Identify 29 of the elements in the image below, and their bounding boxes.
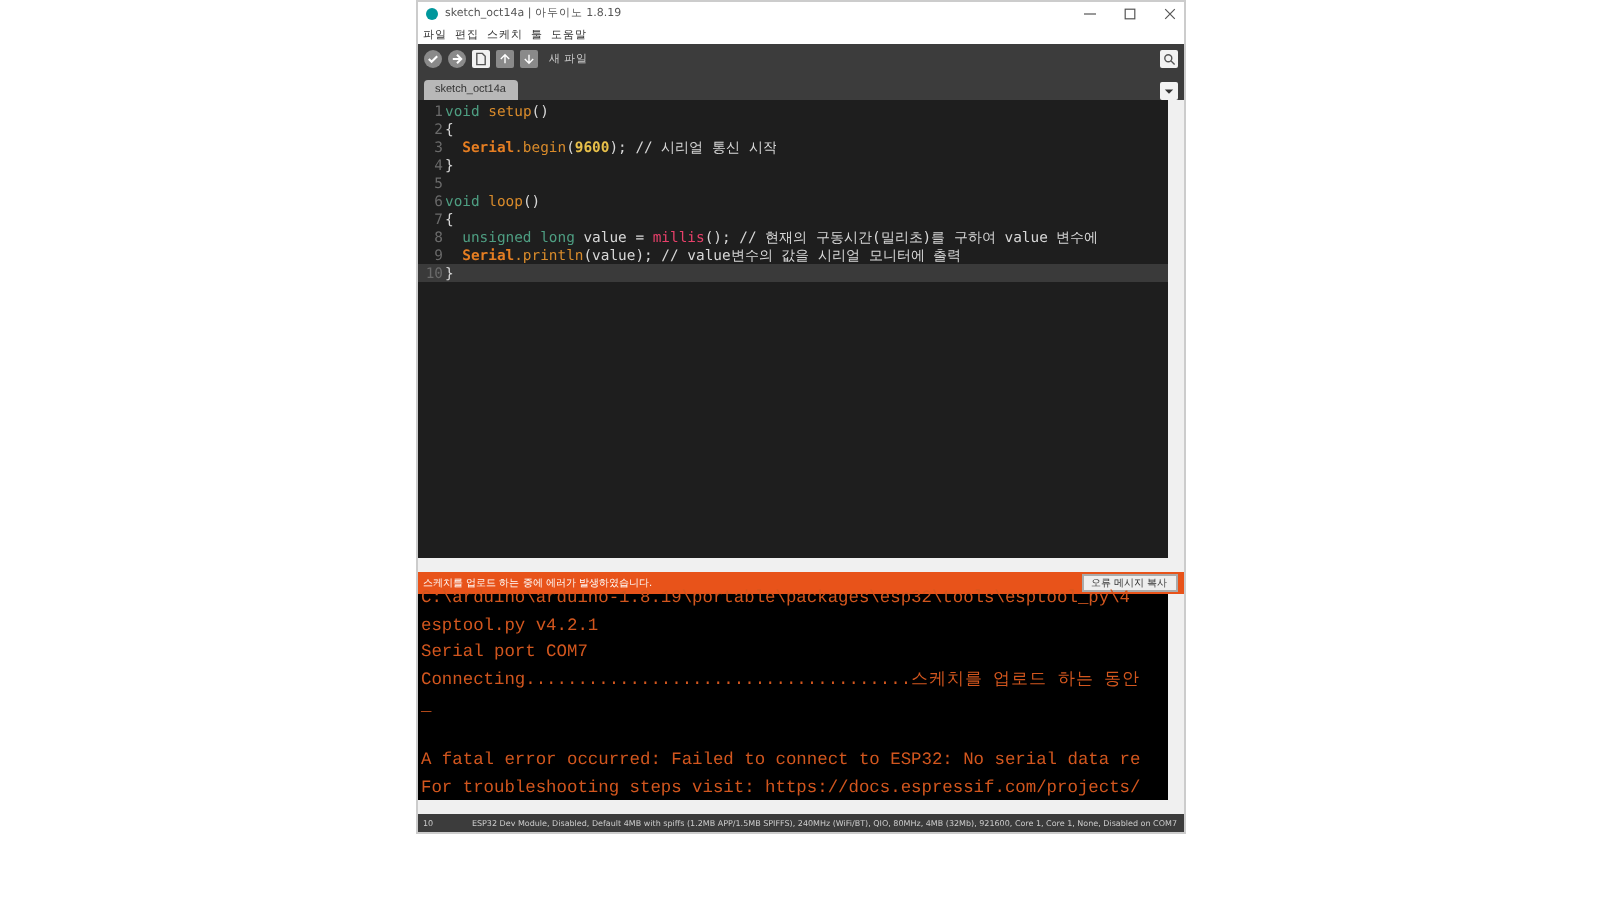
serial-monitor-button[interactable] [1159, 50, 1177, 68]
console-line: A fatal error occurred: Failed to connect to ESP32: No serial data re [421, 750, 1141, 770]
save-icon [521, 52, 535, 66]
open-button[interactable] [495, 50, 513, 68]
console-line: Serial port COM7 [421, 642, 588, 662]
scrollbar[interactable] [1167, 594, 1183, 800]
tab-menu-icon [1161, 84, 1175, 98]
scrollbar[interactable] [1167, 100, 1183, 558]
verify-icon [425, 52, 439, 66]
console-line: Connecting.....................................스케치를 업로드 하는 동안 [421, 669, 1141, 689]
minimize-icon[interactable] [1083, 7, 1095, 19]
upload-button[interactable] [447, 50, 465, 68]
console-line: For troubleshooting steps visit: https://docs.espressif.com/projects/ [421, 777, 1141, 797]
new-file-icon [473, 52, 487, 66]
save-button[interactable] [519, 50, 537, 68]
maximize-icon[interactable] [1123, 7, 1135, 19]
console-line: _ [421, 696, 432, 716]
console-line: C:\arduino\arduino-1.8.19\portable\packages\esp32\tools\esptool_py\4 [421, 588, 1131, 608]
tab-menu-button[interactable] [1159, 82, 1177, 100]
close-icon[interactable] [1163, 7, 1175, 19]
console-line: esptool.py v4.2.1 [421, 615, 599, 635]
new-file-button[interactable] [471, 50, 489, 68]
app-icon [425, 7, 437, 19]
open-icon [497, 52, 511, 66]
scrollbar[interactable] [417, 558, 1183, 572]
verify-button[interactable] [423, 50, 441, 68]
scrollbar[interactable] [417, 800, 1183, 814]
serial-monitor-icon [1161, 52, 1175, 66]
upload-icon [449, 52, 463, 66]
